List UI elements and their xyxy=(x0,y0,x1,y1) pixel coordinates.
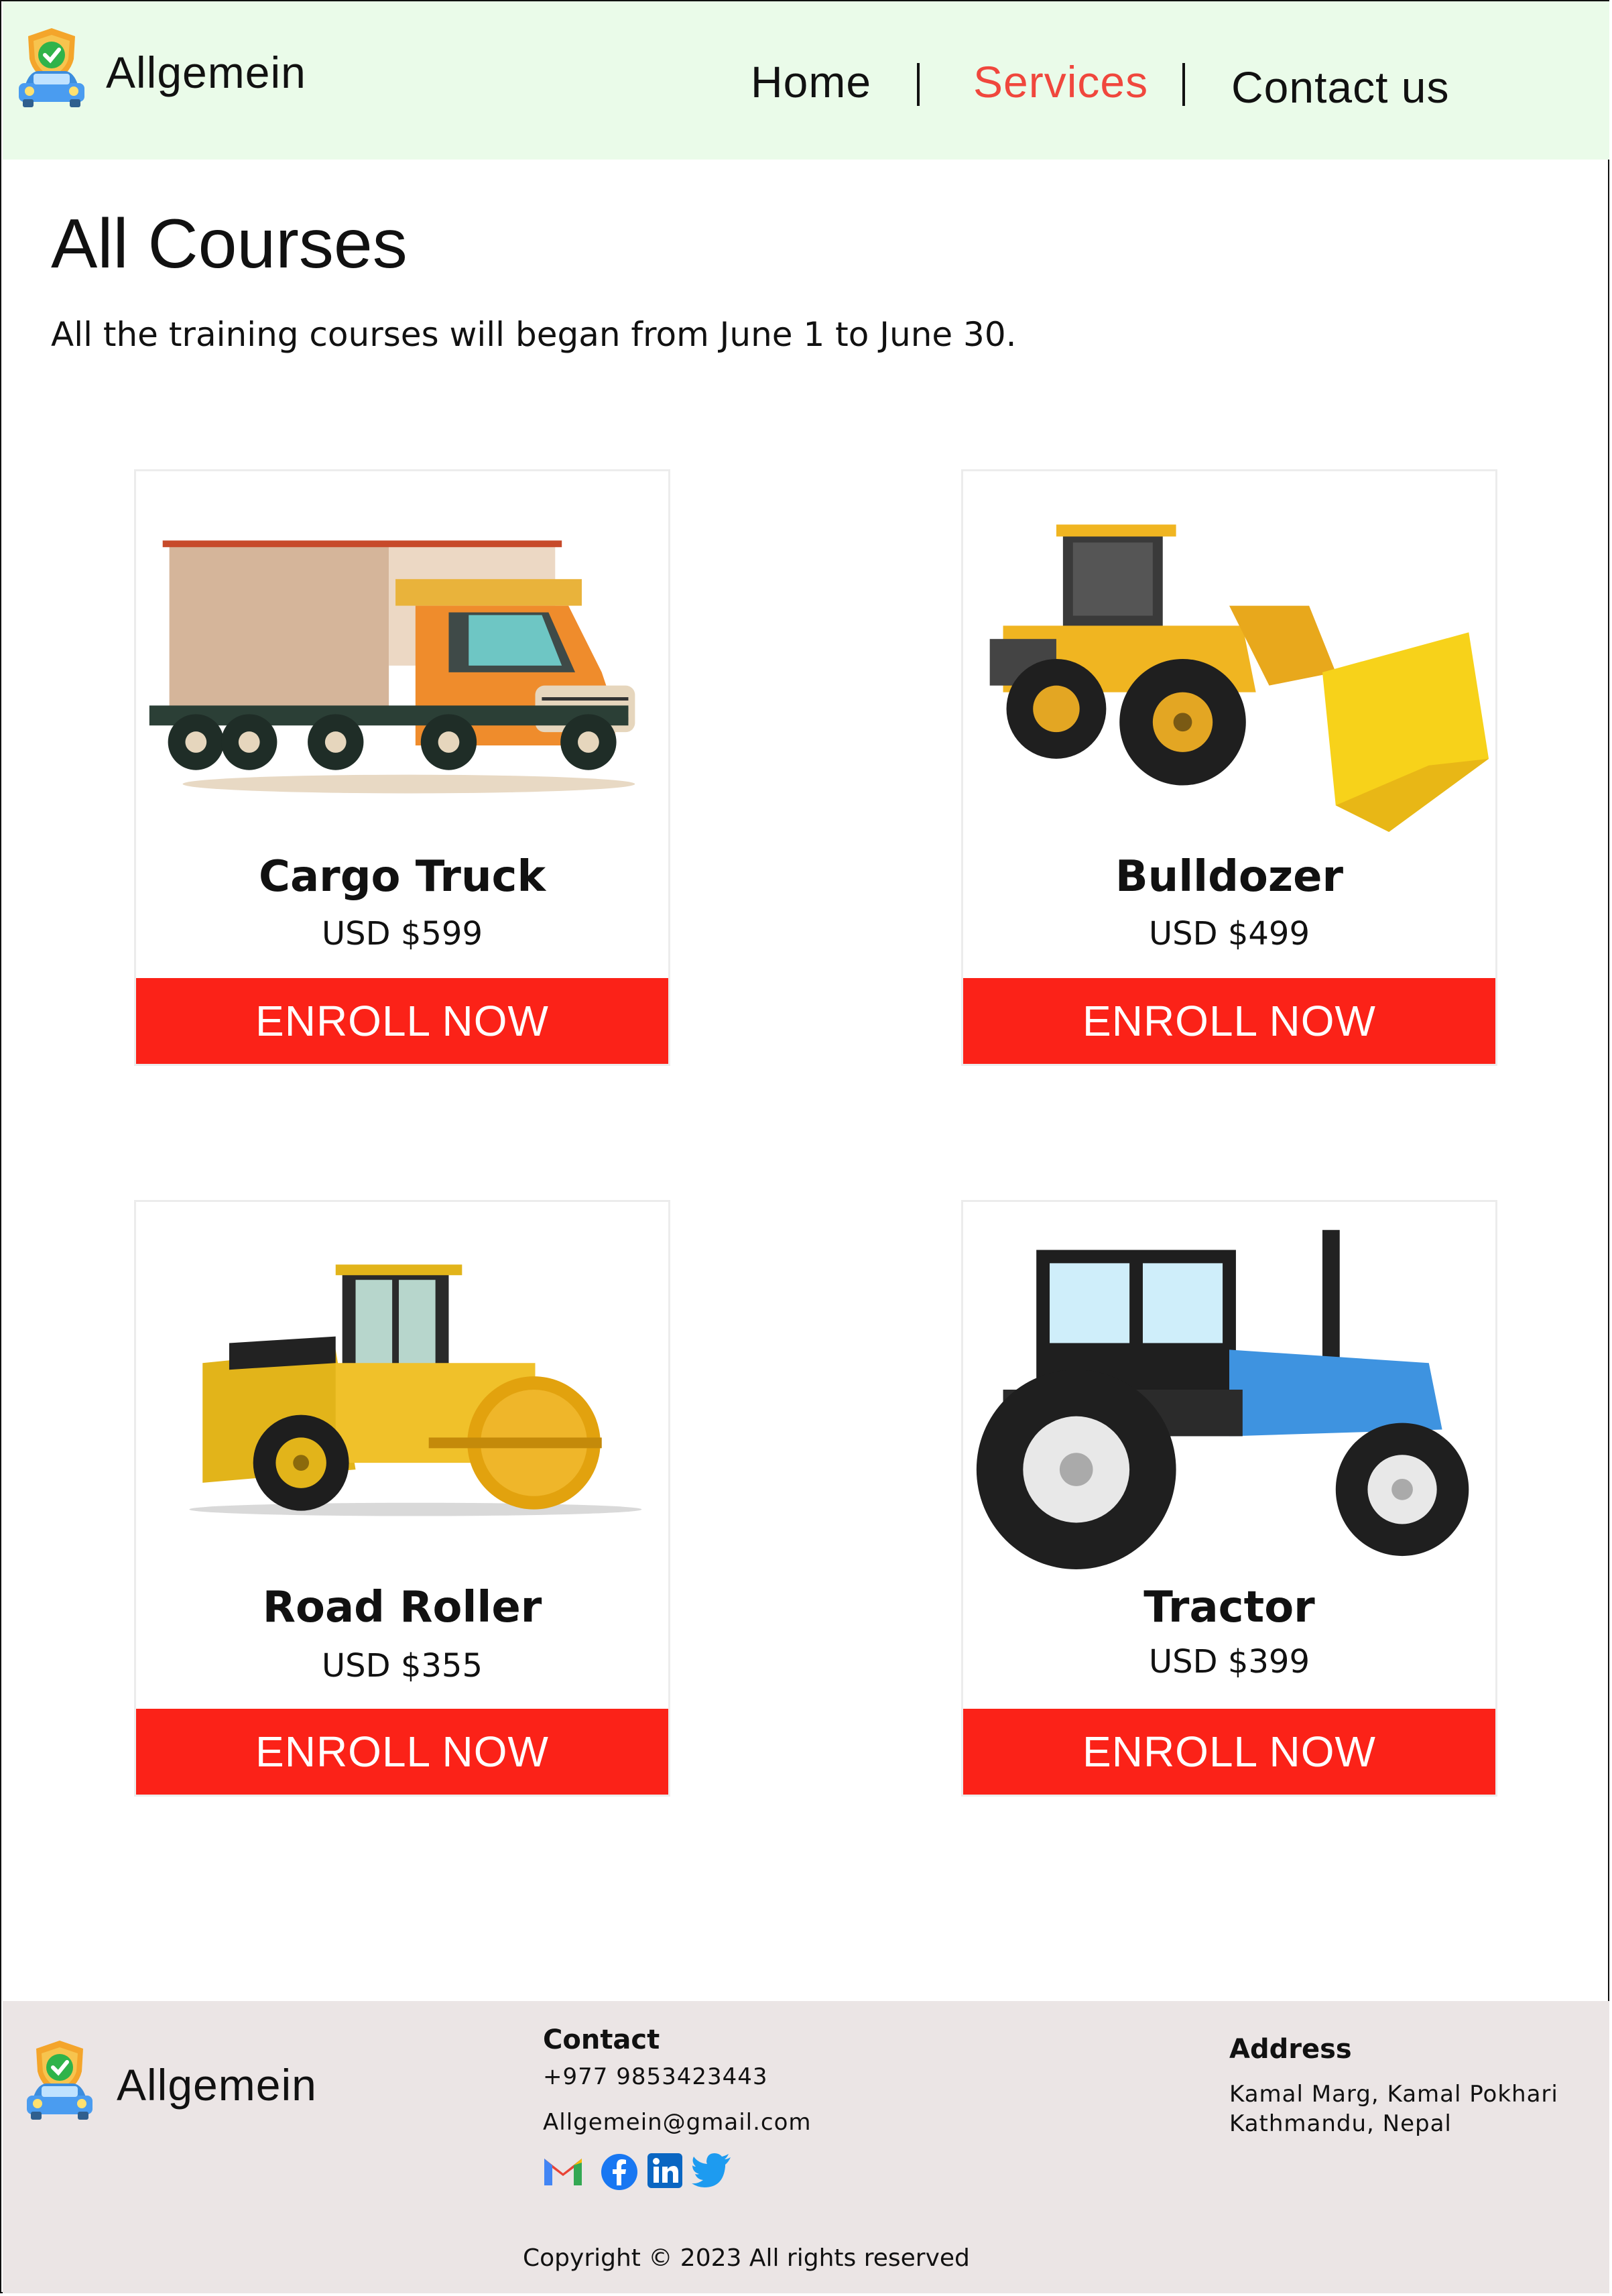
enroll-button-cargo-truck[interactable]: ENROLL NOW xyxy=(136,978,668,1064)
site-header: Allgemein Home Services Contact us xyxy=(3,1,1609,160)
road-roller-image xyxy=(189,1264,642,1516)
copyright-text: Copyright © 2023 All rights reserved xyxy=(523,2244,970,2272)
address-heading: Address xyxy=(1229,2034,1352,2065)
contact-email[interactable]: Allgemein@gmail.com xyxy=(543,2109,812,2136)
course-card-bulldozer: Bulldozer USD $499 ENROLL NOW xyxy=(961,469,1497,1066)
course-name: Tractor xyxy=(1143,1583,1315,1632)
contact-heading: Contact xyxy=(543,2025,660,2055)
enroll-button-road-roller[interactable]: ENROLL NOW xyxy=(136,1709,668,1795)
nav-separator xyxy=(1182,63,1185,106)
course-price: USD $355 xyxy=(322,1647,483,1685)
course-price: USD $599 xyxy=(322,915,483,953)
course-card-road-roller: Road Roller USD $355 ENROLL NOW xyxy=(134,1200,670,1797)
bulldozer-image xyxy=(989,524,1489,833)
course-price: USD $399 xyxy=(1149,1643,1310,1681)
nav-contact[interactable]: Contact us xyxy=(1231,62,1450,113)
address-line-2: Kathmandu, Nepal xyxy=(1229,2110,1452,2137)
page-title: All Courses xyxy=(51,205,408,283)
nav-home[interactable]: Home xyxy=(751,56,871,107)
nav-separator xyxy=(917,63,920,106)
course-name: Road Roller xyxy=(262,1583,542,1632)
course-name: Bulldozer xyxy=(1115,852,1344,902)
course-card-cargo-truck: Cargo Truck USD $599 ENROLL NOW xyxy=(134,469,670,1066)
enroll-button-tractor[interactable]: ENROLL NOW xyxy=(963,1709,1495,1795)
course-name: Cargo Truck xyxy=(258,852,546,902)
address-line-1: Kamal Marg, Kamal Pokhari xyxy=(1229,2081,1558,2108)
cargo-truck-image xyxy=(149,540,635,794)
car-shield-logo-icon xyxy=(19,28,84,107)
facebook-icon[interactable] xyxy=(601,2153,638,2191)
enroll-button-bulldozer[interactable]: ENROLL NOW xyxy=(963,978,1495,1064)
course-price: USD $499 xyxy=(1149,915,1310,953)
gmail-icon[interactable] xyxy=(542,2153,584,2188)
twitter-icon[interactable] xyxy=(692,2153,732,2188)
contact-phone[interactable]: +977 9853423443 xyxy=(543,2063,768,2090)
brand-name[interactable]: Allgemein xyxy=(106,47,306,98)
tractor-image xyxy=(976,1229,1469,1569)
page-subtitle: All the training courses will began from… xyxy=(51,315,1017,354)
linkedin-icon[interactable] xyxy=(647,2153,682,2188)
course-card-tractor: Tractor USD $399 ENROLL NOW xyxy=(961,1200,1497,1797)
footer-brand-name[interactable]: Allgemein xyxy=(117,2059,317,2110)
car-shield-logo-icon xyxy=(27,2041,92,2120)
nav-services[interactable]: Services xyxy=(973,56,1148,107)
